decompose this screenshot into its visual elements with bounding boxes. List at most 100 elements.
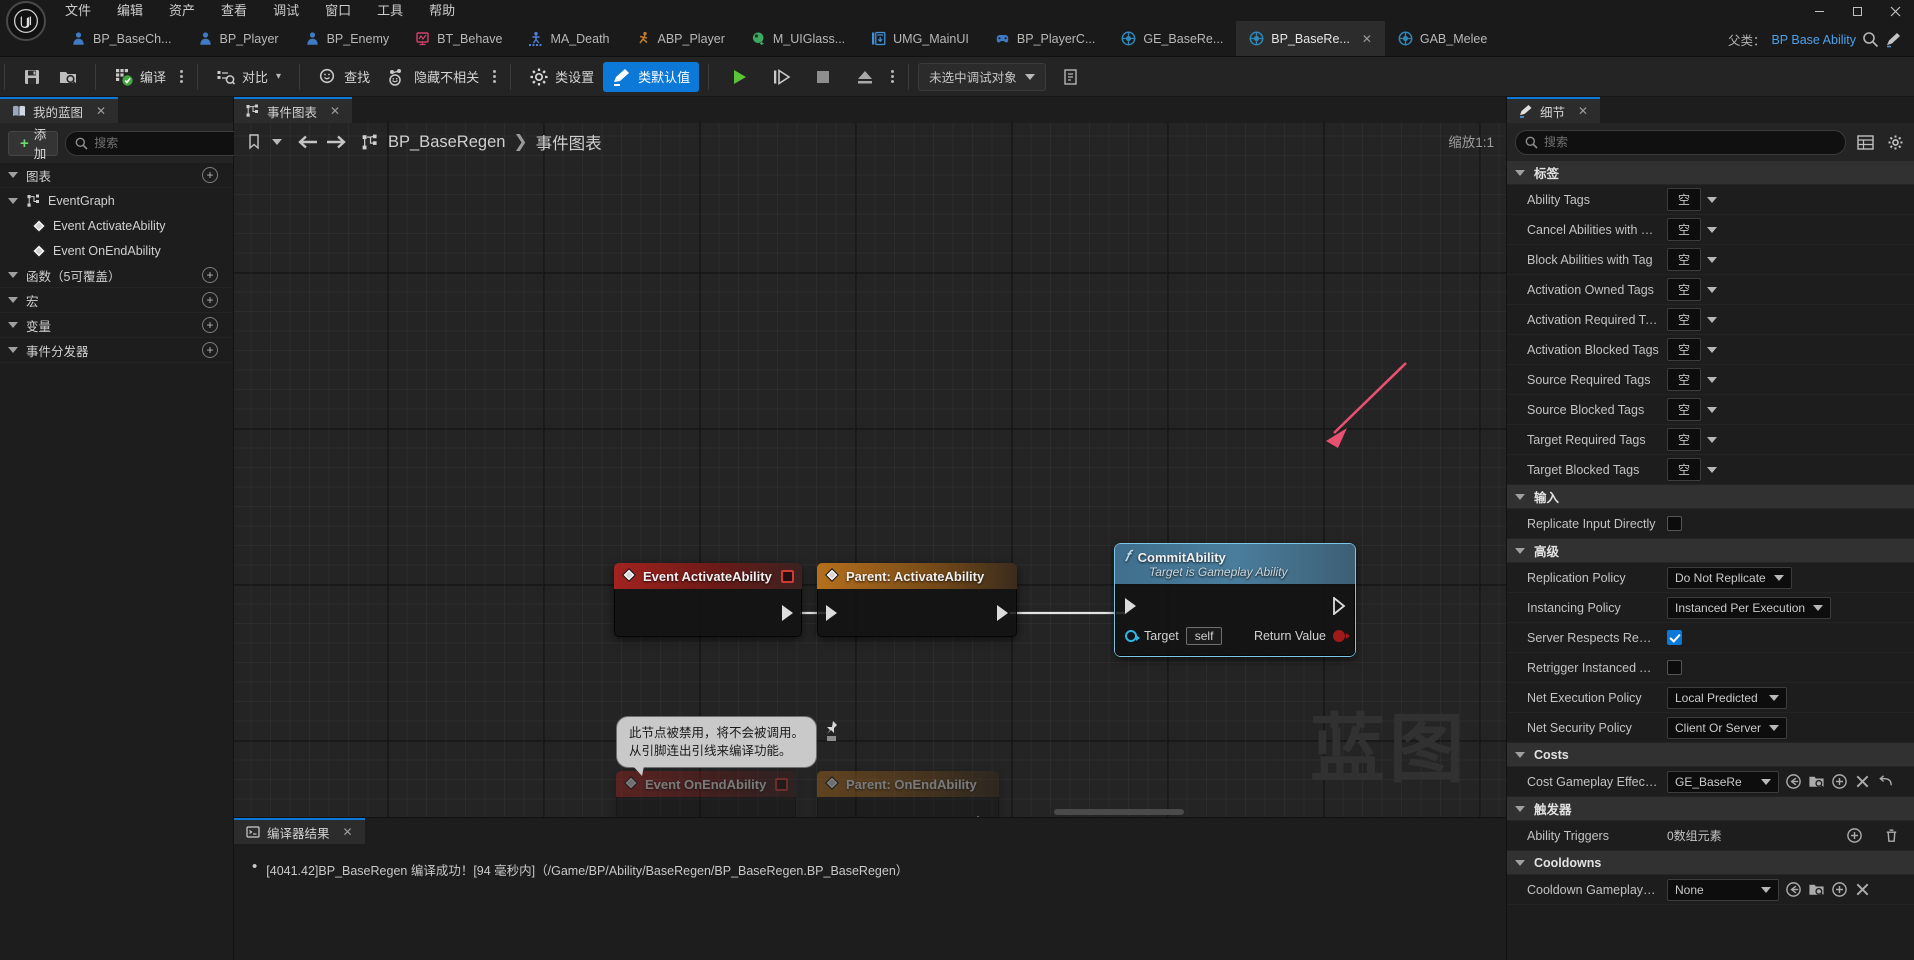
details-category-cooldowns[interactable]: Cooldowns xyxy=(1507,851,1914,875)
target-input-pin[interactable] xyxy=(1125,630,1140,642)
checkbox[interactable] xyxy=(1667,660,1682,675)
tree-section-5[interactable]: 宏 + xyxy=(0,288,233,313)
menu-item-1[interactable]: 编辑 xyxy=(104,0,156,22)
close-button[interactable] xyxy=(1876,0,1914,22)
asset-picker[interactable]: GE_BaseRe xyxy=(1667,770,1779,793)
tree-section-0[interactable]: 图表 + xyxy=(0,163,233,188)
menu-item-5[interactable]: 窗口 xyxy=(312,0,364,22)
node-event-activate-ability[interactable]: Event ActivateAbility xyxy=(614,563,802,637)
asset-tab-abp_player[interactable]: ABP_Player xyxy=(623,21,738,56)
add-icon[interactable]: + xyxy=(202,267,218,283)
asset-tab-bp_enemy[interactable]: BP_Enemy xyxy=(292,21,403,56)
add-icon[interactable] xyxy=(1831,773,1848,790)
details-settings-button[interactable] xyxy=(1884,131,1906,153)
hide-unrelated-button[interactable]: 隐藏不相关 xyxy=(379,62,488,92)
add-icon[interactable] xyxy=(1831,881,1848,898)
dropdown[interactable]: Client Or Server xyxy=(1667,716,1788,739)
save-button[interactable] xyxy=(14,62,50,92)
checkbox[interactable] xyxy=(1667,630,1682,645)
dropdown[interactable]: Do Not Replicate xyxy=(1667,566,1792,589)
eject-button[interactable] xyxy=(844,62,886,92)
add-icon[interactable] xyxy=(1846,827,1863,844)
tab-my-blueprint[interactable]: 我的蓝图 ✕ xyxy=(0,97,119,123)
details-category-输入[interactable]: 输入 xyxy=(1507,485,1914,509)
browse-folder-icon[interactable] xyxy=(1808,773,1825,790)
chevron-down-icon[interactable] xyxy=(1707,256,1718,263)
asset-tab-ge_basere[interactable]: GE_BaseRe... xyxy=(1108,21,1236,56)
checkbox[interactable] xyxy=(1667,516,1682,531)
asset-tab-bp_player[interactable]: BP_Player xyxy=(185,21,292,56)
chevron-down-icon[interactable] xyxy=(1707,286,1718,293)
diff-button[interactable]: 对比 ▾ xyxy=(207,62,290,92)
class-defaults-button[interactable]: 类默认值 xyxy=(603,61,700,92)
tooltip-pin-icon[interactable] xyxy=(824,720,840,747)
play-button[interactable] xyxy=(718,62,760,92)
add-button[interactable]: + 添加 xyxy=(8,128,59,161)
close-icon[interactable]: ✕ xyxy=(1362,32,1372,46)
exec-input-pin[interactable] xyxy=(1125,598,1136,614)
tree-section-6[interactable]: 变量 + xyxy=(0,313,233,338)
exec-output-pin[interactable] xyxy=(1333,597,1346,615)
browse-back-icon[interactable] xyxy=(1785,881,1802,898)
details-category-costs[interactable]: Costs xyxy=(1507,743,1914,767)
asset-tab-bp_basere[interactable]: BP_BaseRe... ✕ xyxy=(1236,21,1385,56)
add-icon[interactable]: + xyxy=(202,317,218,333)
chevron-down-icon[interactable] xyxy=(1707,316,1718,323)
find-button[interactable]: 查找 xyxy=(309,62,379,92)
debug-filter-button[interactable] xyxy=(1054,62,1090,92)
unreal-engine-logo[interactable] xyxy=(6,1,46,41)
asset-tab-gab_melee[interactable]: GAB_Melee xyxy=(1385,21,1500,56)
tree-item-eventgraph[interactable]: EventGraph xyxy=(0,188,233,213)
asset-tab-umg_mainui[interactable]: UMG_MainUI xyxy=(858,21,982,56)
tab-details[interactable]: 细节 ✕ xyxy=(1507,97,1601,123)
add-icon[interactable]: + xyxy=(202,167,218,183)
delegate-pin[interactable] xyxy=(781,569,794,583)
class-settings-button[interactable]: 类设置 xyxy=(520,62,603,92)
minimize-button[interactable] xyxy=(1800,0,1838,22)
exec-output-pin[interactable] xyxy=(997,605,1008,621)
details-category-高级[interactable]: 高级 xyxy=(1507,539,1914,563)
parent-class-value[interactable]: BP Base Ability xyxy=(1771,33,1856,47)
chevron-down-icon[interactable] xyxy=(1707,226,1718,233)
delete-icon[interactable] xyxy=(1883,827,1900,844)
compiler-message-row[interactable]: • [4041.42]BP_BaseRegen 编译成功！[94 毫秒内]（/G… xyxy=(234,844,1506,879)
tab-event-graph[interactable]: 事件图表 ✕ xyxy=(234,97,353,123)
breadcrumb-root[interactable]: BP_BaseRegen xyxy=(388,133,505,152)
menu-item-4[interactable]: 调试 xyxy=(260,0,312,22)
tag-value[interactable]: 空 xyxy=(1667,398,1702,421)
menu-item-3[interactable]: 查看 xyxy=(208,0,260,22)
exec-output-pin[interactable] xyxy=(782,605,793,621)
search-parent-icon[interactable] xyxy=(1862,31,1879,48)
clear-icon[interactable] xyxy=(1854,773,1871,790)
clear-icon[interactable] xyxy=(1854,881,1871,898)
back-button[interactable] xyxy=(294,129,320,155)
chevron-down-icon[interactable] xyxy=(1707,466,1718,473)
tag-value[interactable]: 空 xyxy=(1667,278,1702,301)
edit-parent-icon[interactable] xyxy=(1885,31,1902,48)
my-blueprint-search[interactable] xyxy=(65,130,260,156)
debug-object-selector[interactable]: 未选中调试对象 xyxy=(918,62,1046,91)
tag-value[interactable]: 空 xyxy=(1667,218,1702,241)
close-icon[interactable]: ✕ xyxy=(96,104,106,118)
browse-back-icon[interactable] xyxy=(1785,773,1802,790)
node-parent-onend-ability[interactable]: Parent: OnEndAbility Was Cancelled xyxy=(817,771,999,817)
node-commit-ability[interactable]: 𝑓 CommitAbility Target is Gameplay Abili… xyxy=(1114,543,1356,657)
breadcrumb-current[interactable]: 事件图表 xyxy=(536,130,602,154)
compile-options-button[interactable] xyxy=(175,62,188,92)
tree-section-7[interactable]: 事件分发器 + xyxy=(0,338,233,363)
play-options-button[interactable] xyxy=(886,62,899,92)
asset-tab-bt_behave[interactable]: BT_Behave xyxy=(402,21,515,56)
node-parent-activate-ability[interactable]: Parent: ActivateAbility xyxy=(817,563,1017,637)
asset-tab-bp_playerc[interactable]: BP_PlayerC... xyxy=(982,21,1109,56)
tag-value[interactable]: 空 xyxy=(1667,458,1702,481)
add-icon[interactable]: + xyxy=(202,342,218,358)
graph-canvas[interactable]: BP_BaseRegen ❯ 事件图表 缩放1:1 蓝图 Event Activ… xyxy=(234,123,1506,817)
browse-folder-icon[interactable] xyxy=(1808,881,1825,898)
asset-tab-bp_basech[interactable]: BP_BaseCh... xyxy=(58,21,185,56)
details-search-input[interactable] xyxy=(1544,135,1836,149)
chevron-down-icon[interactable] xyxy=(1707,196,1718,203)
tree-section-4[interactable]: 函数（5可覆盖） + xyxy=(0,263,233,288)
delegate-pin[interactable] xyxy=(775,777,788,791)
tag-value[interactable]: 空 xyxy=(1667,338,1702,361)
tree-item-event-onendability[interactable]: Event OnEndAbility xyxy=(0,238,233,263)
